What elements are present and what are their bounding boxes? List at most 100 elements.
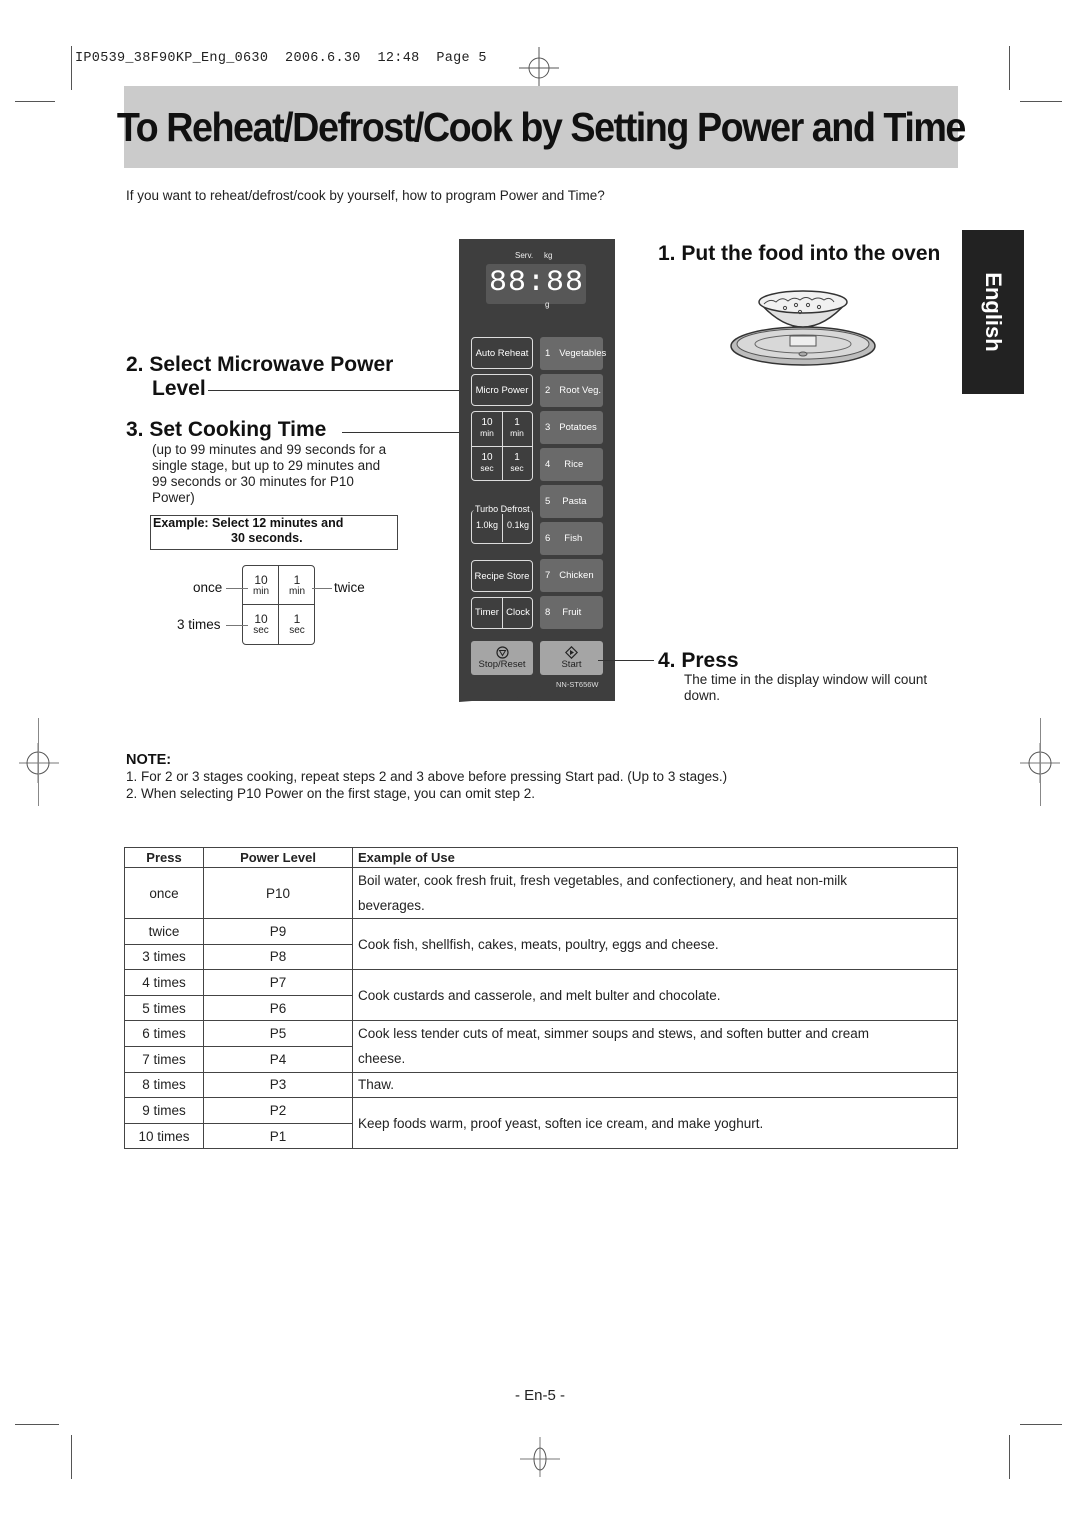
display-label-kg: kg [544, 251, 553, 260]
table-header-row: Press Power Level Example of Use [124, 847, 958, 868]
display-digits: 88:88 [489, 266, 585, 300]
leader-line [598, 660, 654, 661]
table-row: 8 times P3 Thaw. [124, 1071, 958, 1099]
level-cell: P7 [203, 969, 353, 996]
leader-line [312, 588, 332, 589]
page-number: - En-5 - [514, 1387, 565, 1404]
step-title-text: Select Microwave Power [149, 353, 394, 376]
body-line: Power) [152, 490, 195, 505]
label-once: once [193, 580, 223, 595]
note-item: 1. For 2 or 3 stages cooking, repeat ste… [126, 769, 728, 784]
display-label-g: g [545, 300, 550, 309]
level-cell: P5 [203, 1020, 353, 1047]
crop-mark [15, 1424, 59, 1425]
menu-button-fish[interactable]: 6 Fish [540, 522, 603, 555]
level-cell: P1 [203, 1122, 353, 1150]
timer-button[interactable]: Timer [472, 607, 502, 618]
step-number: 2. [126, 353, 144, 376]
example-box: Example: Select 12 minutes and 30 second… [150, 515, 398, 550]
level-cell: P3 [203, 1071, 353, 1099]
clock-button[interactable]: Clock [503, 607, 533, 618]
start-icon [565, 646, 578, 659]
time-keypad: 10 min 1 min 10 sec 1 sec [471, 411, 533, 481]
print-header-time: 12:48 [377, 51, 420, 66]
intro-text: If you want to reheat/defrost/cook by yo… [126, 188, 605, 203]
micro-power-button[interactable]: Micro Power [471, 374, 533, 406]
control-panel-edge [459, 690, 615, 702]
10-min-button[interactable]: 10 min [472, 418, 502, 439]
1-sec-button[interactable]: 1 sec [502, 453, 532, 474]
example-keypad: 10 min 1 min 10 sec 1 sec [242, 565, 315, 645]
body-line: down. [684, 688, 721, 703]
crop-mark [71, 46, 72, 90]
defrost-1kg-button[interactable]: 1.0kg [472, 520, 502, 530]
table-row: 4 times P7 Cook custards and casserole, … [124, 969, 958, 1022]
menu-button-fruit[interactable]: 8 Fruit [540, 596, 603, 629]
step-4-body: The time in the display window will coun… [684, 672, 927, 704]
crop-mark [1009, 46, 1010, 90]
auto-reheat-button[interactable]: Auto Reheat [471, 337, 533, 369]
body-line: (up to 99 minutes and 99 seconds for a [152, 442, 387, 457]
1-min-button[interactable]: 1 min [502, 418, 532, 439]
10-sec-button[interactable]: 10 sec [472, 453, 502, 474]
stop-icon [495, 646, 509, 659]
level-cell: P10 [203, 867, 353, 919]
leader-line [226, 625, 248, 626]
menu-button-pasta[interactable]: 5 Pasta [540, 485, 603, 518]
label-twice: twice [334, 580, 365, 595]
crop-mark [1020, 1424, 1062, 1425]
step-3-title: 3. Set Cooking Time [126, 418, 326, 442]
print-header-date: 2006.6.30 [285, 51, 361, 66]
menu-button-chicken[interactable]: 7 Chicken [540, 559, 603, 592]
registration-mark-icon [19, 743, 59, 783]
print-header-file: IP0539_38F90KP_Eng_0630 [75, 51, 269, 66]
note-title: NOTE: [126, 752, 172, 768]
menu-button-root-veg[interactable]: 2 Root Veg. [540, 374, 603, 407]
table-row: once P10 Boil water, cook fresh fruit, f… [124, 867, 958, 919]
keypad-10-min: 10 min [252, 572, 270, 597]
food-bowl-on-turntable-icon [730, 290, 876, 366]
use-cell: Cook custards and casserole, and melt bu… [352, 969, 958, 1022]
recipe-store-button[interactable]: Recipe Store [471, 560, 533, 592]
leader-line [226, 588, 248, 589]
keypad-10-sec: 10 sec [253, 611, 269, 636]
body-line: The time in the display window will coun… [684, 672, 928, 687]
step-4-title: 4. Press [658, 649, 739, 673]
level-cell: P4 [203, 1045, 353, 1073]
keypad-1-sec: 1 sec [289, 611, 305, 636]
leader-line [208, 390, 472, 391]
example-line: 30 seconds. [231, 531, 303, 545]
title-band: To Reheat/Defrost/Cook by Setting Power … [117, 86, 966, 168]
print-header-page: Page 5 [436, 51, 487, 66]
turbo-defrost-group: 1.0kg 0.1kg [471, 510, 533, 544]
use-cell: Cook fish, shellfish, cakes, meats, poul… [352, 917, 958, 971]
keypad-1-min: 1 min [288, 572, 306, 597]
step-1-title: 1. Put the food into the oven [658, 242, 940, 266]
print-header: IP0539_38F90KP_Eng_0630 2006.6.30 12:48 … [75, 51, 487, 66]
registration-mark-icon [520, 1437, 560, 1477]
crop-mark [1009, 1435, 1010, 1479]
step-number: 3. [126, 418, 144, 441]
menu-button-vegetables[interactable]: 1 Vegetables [540, 337, 606, 370]
press-cell: 4 times [124, 969, 204, 996]
stop-reset-button[interactable]: Stop/Reset [471, 641, 533, 675]
step-title-text: Level [152, 377, 206, 400]
crop-mark [1040, 718, 1041, 806]
menu-button-potatoes[interactable]: 3 Potatoes [540, 411, 603, 444]
leader-line [342, 432, 472, 433]
crop-mark [71, 1435, 72, 1479]
start-button[interactable]: Start [540, 641, 603, 675]
model-number: NN-ST656W [556, 680, 599, 689]
step-title-text: Put the food into the oven [681, 242, 941, 265]
step-2-title: 2. Select Microwave Power Level [126, 353, 393, 401]
power-level-table: Press Power Level Example of Use once P1… [124, 847, 958, 1150]
step-title-text: Press [681, 649, 739, 672]
level-cell: P6 [203, 994, 353, 1022]
crop-mark [1020, 101, 1062, 102]
column-header: Press [124, 847, 204, 868]
language-tab: English [962, 230, 1024, 394]
menu-button-rice[interactable]: 4 Rice [540, 448, 603, 481]
press-cell: 6 times [124, 1020, 204, 1047]
defrost-01kg-button[interactable]: 0.1kg [503, 520, 533, 530]
press-cell: 7 times [124, 1045, 204, 1073]
